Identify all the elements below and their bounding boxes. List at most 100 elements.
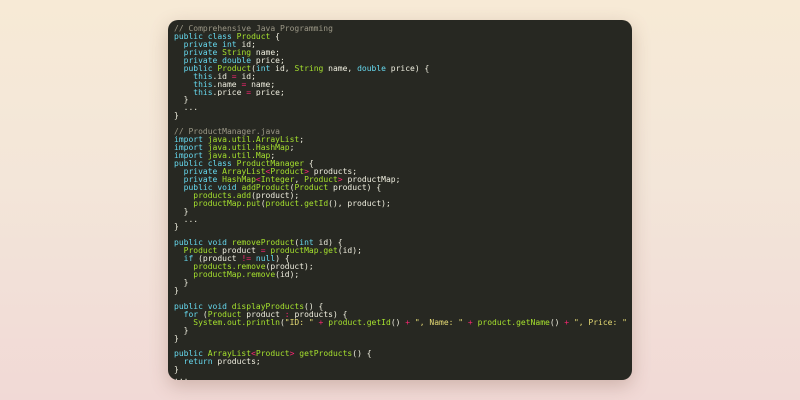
code-token-keyword: return xyxy=(183,358,218,367)
code-token-keyword: public xyxy=(174,350,208,359)
code-token-default: (id); xyxy=(337,247,362,256)
code-token-type: getProducts xyxy=(299,350,353,359)
code-line: } xyxy=(174,112,628,120)
code-token-default xyxy=(174,184,184,192)
code-line: products.add(product); xyxy=(174,192,628,200)
code-token-type: java.util.Map xyxy=(207,152,271,160)
code-token-default: id, xyxy=(275,64,295,73)
code-token-default: ... xyxy=(174,374,189,380)
code-line: ... xyxy=(174,104,628,112)
code-token-keyword: private int xyxy=(183,40,242,49)
code-token-keyword: this xyxy=(193,72,213,81)
code-token-type: System.out.println xyxy=(193,318,280,327)
code-token-default: price; xyxy=(251,88,285,97)
code-line: // ProductManager.java xyxy=(174,128,628,136)
code-token-type: removeProduct xyxy=(231,239,295,248)
code-token-comment: // ProductManager.java xyxy=(174,128,280,137)
code-token-type: ArrayList xyxy=(222,167,266,176)
code-line: this.id = id; xyxy=(174,73,628,81)
code-line: private ArrayList<Product> products; xyxy=(174,168,628,176)
code-token-default: , xyxy=(294,175,305,184)
code-line: public void addProduct(Product product) … xyxy=(174,184,628,192)
code-line: private double price; xyxy=(174,57,628,65)
code-token-default: } xyxy=(174,96,189,105)
code-token-keyword: public xyxy=(183,64,218,73)
code-token-default: (product); xyxy=(251,191,300,200)
code-token-type: Product xyxy=(183,247,223,256)
code-token-type: productMap.remove xyxy=(193,271,276,279)
code-line: products.remove(product); xyxy=(174,263,628,271)
code-token-default xyxy=(174,319,193,327)
code-token-default: ) { xyxy=(275,255,290,264)
code-line: private String name; xyxy=(174,49,628,57)
code-line: } xyxy=(174,287,628,295)
code-line: } xyxy=(174,223,628,231)
code-token-default: name; xyxy=(255,48,280,57)
code-token-default: () xyxy=(390,318,406,327)
code-line: if (product != null) { xyxy=(174,255,628,263)
code-token-default: } xyxy=(174,366,179,375)
code-line: ... xyxy=(174,374,628,380)
code-token-default: id; xyxy=(241,40,256,49)
code-token-type: products.add xyxy=(193,191,252,200)
code-token-default: name; xyxy=(246,80,276,89)
code-token-keyword: null xyxy=(255,255,276,264)
code-line: import java.util.HashMap; xyxy=(174,144,628,152)
code-line: // Comprehensive Java Programming xyxy=(174,25,628,33)
code-line: public ArrayList<Product> getProducts() … xyxy=(174,350,628,358)
code-line: } xyxy=(174,208,628,216)
code-token-comment: // Comprehensive Java Programming xyxy=(174,25,333,33)
code-token-default: } xyxy=(174,112,179,121)
code-token-default: id; xyxy=(236,72,256,81)
code-token-type: productMap.put xyxy=(193,199,261,208)
code-token-keyword: import xyxy=(174,152,208,160)
code-line: this.name = name; xyxy=(174,81,628,89)
code-token-default xyxy=(174,89,193,97)
code-token-default xyxy=(174,200,193,208)
code-token-default: name, xyxy=(328,64,358,73)
code-token-keyword: if xyxy=(183,255,199,264)
code-token-type: ArrayList xyxy=(207,350,252,359)
code-token-type: String xyxy=(222,48,256,57)
code-token-type: java.util.HashMap xyxy=(207,144,290,152)
code-line: for (Product product : products) { xyxy=(174,311,628,319)
code-token-default xyxy=(174,168,184,176)
code-token-keyword: private xyxy=(183,175,223,184)
code-token-type: Product xyxy=(217,64,252,73)
code-line: } xyxy=(174,335,628,343)
code-token-default: price; xyxy=(255,56,285,65)
code-line: public void displayProducts() { xyxy=(174,303,628,311)
code-line: ... xyxy=(174,216,628,224)
code-token-keyword: import xyxy=(174,144,208,152)
code-token-default: } xyxy=(174,286,179,295)
code-token-keyword: private xyxy=(183,48,223,57)
code-token-operator: != xyxy=(241,255,252,264)
code-line: Product product = productMap.get(id); xyxy=(174,247,628,255)
code-token-type: Integer xyxy=(260,175,295,184)
code-token-default xyxy=(174,57,184,65)
code-token-type: addProduct xyxy=(241,183,290,192)
code-token-default: (), product); xyxy=(328,199,391,208)
code-token-default: product) { xyxy=(332,183,382,192)
code-token-default: id) { xyxy=(318,239,343,248)
code-token-type: product.getId xyxy=(328,318,391,327)
code-token-default: { xyxy=(270,32,280,41)
code-token-default xyxy=(174,41,184,49)
code-token-type: Product xyxy=(294,183,333,192)
code-token-string: "ID: " xyxy=(284,318,314,327)
code-token-default: productMap; xyxy=(347,175,401,184)
code-token-type: java.util.ArrayList xyxy=(207,136,300,145)
code-line: import java.util.Map; xyxy=(174,152,628,160)
code-token-default: .price xyxy=(212,88,247,97)
code-line: } xyxy=(174,366,628,374)
code-token-default: () { xyxy=(304,302,324,311)
code-token-keyword: public void xyxy=(174,239,232,248)
code-token-default xyxy=(174,176,184,184)
code-token-default: { xyxy=(304,159,314,168)
code-token-default: (id); xyxy=(275,271,300,279)
code-token-type: Product xyxy=(236,32,271,41)
code-token-default: (product); xyxy=(265,263,314,272)
